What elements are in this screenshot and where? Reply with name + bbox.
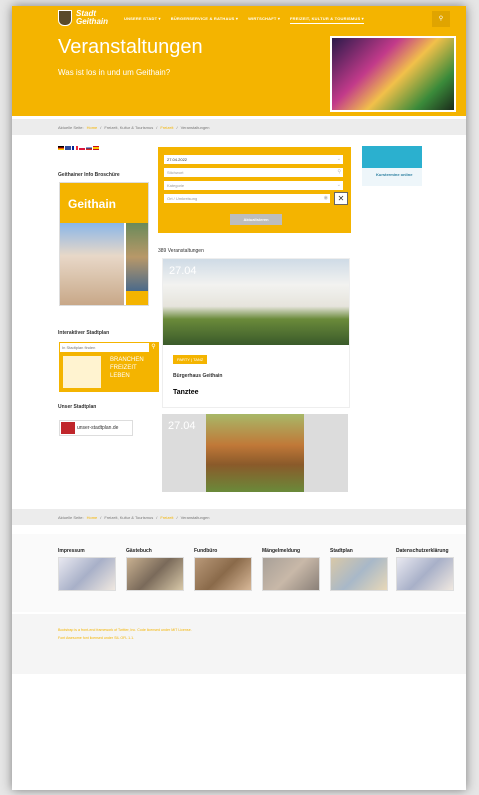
date-field[interactable]: 27.04.2022 ⌄	[164, 155, 343, 164]
nav-item-buergerservice[interactable]: BÜRGERSERVICE & RATHAUS ▾	[171, 16, 238, 24]
stadtplan-text-leben: LEBEN	[110, 373, 130, 379]
brochure-cover[interactable]: Geithain	[59, 182, 149, 306]
breadcrumb-prefix: Aktuelle Seite:	[58, 124, 84, 130]
stadtplan-text-freizeit: FREIZEIT	[110, 365, 137, 371]
ad-banner-text: Kurstermine online	[376, 172, 413, 177]
breadcrumb-bottom: Aktuelle Seite: Home / Freizeit, Kultur …	[12, 509, 466, 525]
main-nav: UNSERE STADT ▾ BÜRGERSERVICE & RATHAUS ▾…	[124, 16, 364, 24]
footer-link-gaestebuch[interactable]: Gästebuch	[126, 548, 184, 591]
category-select[interactable]: Kategorie ⌄	[164, 181, 343, 190]
site-logo[interactable]: Stadt Geithain	[58, 10, 108, 26]
nav-item-wirtschaft[interactable]: WIRTSCHAFT ▾	[248, 16, 280, 24]
footer-link-stadtplan[interactable]: Stadtplan	[330, 548, 388, 591]
location-pin-icon: ◉	[323, 195, 328, 201]
footer-link-impressum[interactable]: Impressum	[58, 548, 116, 591]
results-count: 389 Veranstaltungen	[158, 248, 204, 254]
event-date: 27.04	[168, 420, 196, 432]
stadtplan-logo-icon	[61, 422, 75, 434]
keyword-field[interactable]: Stichwort ⚲	[164, 168, 343, 177]
event-filter-form: 27.04.2022 ⌄ Stichwort ⚲ Kategorie ⌄ Ort / …	[158, 147, 351, 233]
flag-es-icon[interactable]	[93, 146, 99, 150]
flag-de-icon[interactable]	[58, 146, 64, 150]
event-title[interactable]: Tanztee	[173, 389, 199, 396]
coat-of-arms-icon	[58, 10, 72, 26]
stadtplan-search-input[interactable]	[60, 343, 150, 352]
event-date: 27.04	[169, 265, 197, 277]
breadcrumb-freizeit-kultur[interactable]: Freizeit, Kultur & Tourismus	[104, 125, 153, 130]
event-category-tag[interactable]: PARTY | TANZ	[173, 355, 208, 364]
footer-credit-2: Font Awesome font licensed under SIL OFL…	[58, 636, 135, 640]
unser-stadtplan-link[interactable]: unser-stadtplan.de	[59, 420, 133, 436]
search-button[interactable]: ⚲	[432, 11, 450, 27]
chevron-down-icon: ⌄	[336, 156, 341, 162]
stadtplan-map-thumbnail[interactable]	[63, 356, 101, 388]
unser-stadtplan-heading: Unser Stadtplan	[58, 404, 97, 410]
location-field[interactable]: Ort / Umkreisung ◉	[164, 194, 330, 203]
event-location: Bürgerhaus Geithain	[173, 373, 223, 379]
event-card[interactable]: 27.04	[162, 414, 348, 492]
event-image	[206, 414, 304, 492]
footer-link-fundbuero[interactable]: Fundbüro	[194, 548, 252, 591]
stadtplan-heading: Interaktiver Stadtplan	[58, 330, 110, 336]
brochure-heading: Geithainer Info Broschüre	[58, 172, 120, 178]
page-subtitle: Was ist los in und um Geithain?	[58, 68, 171, 77]
ad-banner[interactable]: Kurstermine online	[362, 146, 422, 186]
breadcrumb: Aktuelle Seite: Home / Freizeit, Kultur …	[12, 119, 466, 135]
clear-button[interactable]: ✕	[334, 192, 348, 205]
search-icon: ⚲	[337, 169, 341, 175]
logo-line-2: Geithain	[76, 17, 109, 26]
chevron-down-icon: ⌄	[336, 182, 341, 188]
breadcrumb-home[interactable]: Home	[87, 125, 98, 130]
stadtplan-widget: ⚲ BRANCHEN FREIZEIT LEBEN	[59, 342, 159, 392]
update-button[interactable]: Aktualisieren	[230, 214, 282, 225]
flag-pl-icon[interactable]	[79, 146, 85, 150]
search-icon: ⚲	[438, 16, 444, 22]
footer-credit-1: Bootstrap is a front-end framework of Tw…	[58, 628, 192, 632]
event-card[interactable]: 27.04 PARTY | TANZ Bürgerhaus Geithain T…	[162, 258, 350, 408]
flag-en-icon[interactable]	[65, 146, 71, 150]
footer-link-datenschutz[interactable]: Datenschutzerklärung	[396, 548, 454, 591]
flag-fr-icon[interactable]	[72, 146, 78, 150]
stadtplan-text-branchen: BRANCHEN	[110, 357, 144, 363]
hero-image	[330, 36, 456, 112]
breadcrumb-freizeit[interactable]: Freizeit	[160, 125, 173, 130]
language-flags	[58, 146, 99, 150]
page-title: Veranstaltungen	[58, 36, 203, 58]
flag-ru-icon[interactable]	[86, 146, 92, 150]
site-header: Stadt Geithain UNSERE STADT ▾ BÜRGERSERV…	[12, 6, 466, 116]
breadcrumb-current: Veranstaltungen	[180, 124, 210, 130]
brochure-photo	[60, 223, 124, 305]
nav-item-unsere-stadt[interactable]: UNSERE STADT ▾	[124, 16, 161, 24]
search-icon[interactable]: ⚲	[149, 343, 158, 352]
footer-link-maengelmeldung[interactable]: Mängelmeldung	[262, 548, 320, 591]
brochure-thumbnails	[126, 223, 148, 291]
page: Stadt Geithain UNSERE STADT ▾ BÜRGERSERV…	[12, 6, 466, 790]
nav-item-freizeit[interactable]: FREIZEIT, KULTUR & TOURISMUS ▾	[290, 16, 364, 24]
footer-links: Impressum Gästebuch Fundbüro Mängelmeldu…	[12, 534, 466, 612]
footer-bottom: Bootstrap is a front-end framework of Tw…	[12, 614, 466, 674]
brochure-title: Geithain	[68, 197, 117, 211]
